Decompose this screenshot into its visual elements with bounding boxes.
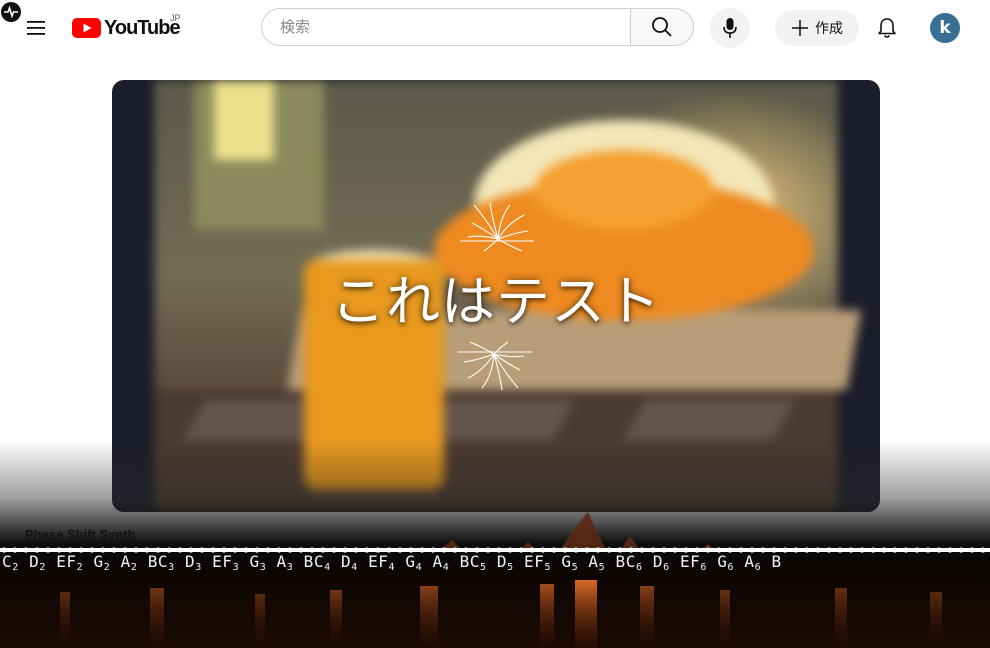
notifications-button[interactable] (867, 8, 907, 48)
note-label: EF2 (56, 552, 84, 573)
search-box (261, 8, 629, 46)
bottom-flourish-icon (458, 340, 532, 390)
note-label: A3 (276, 552, 294, 573)
microphone-icon (723, 18, 737, 38)
youtube-app: YouTube JP 作成 (0, 0, 990, 648)
youtube-logo[interactable]: YouTube (72, 16, 181, 39)
voice-search-button[interactable] (710, 8, 750, 48)
note-labels: C2 D2 EF2 G2 A2 BC3 D3 EF3 G3 A3 BC4 D4 … (2, 552, 990, 576)
note-label: G5 (561, 552, 579, 573)
spectrum-peaks (440, 512, 716, 550)
note-label: BC4 (303, 552, 331, 573)
bell-icon (878, 18, 896, 38)
logo-wordmark: YouTube (104, 16, 181, 39)
note-label: D4 (340, 552, 358, 573)
note-label: G4 (405, 552, 423, 573)
search-icon (652, 17, 672, 37)
note-label: EF5 (524, 552, 552, 573)
note-label: D3 (185, 552, 202, 573)
masthead: YouTube JP 作成 (0, 0, 990, 56)
note-label: A5 (588, 552, 606, 573)
note-label: G6 (717, 552, 735, 573)
menu-icon[interactable] (20, 12, 52, 44)
note-label: C2 (2, 552, 19, 573)
note-label: A2 (120, 552, 138, 573)
country-code: JP (170, 13, 181, 23)
note-label: G2 (93, 552, 111, 573)
plus-icon (792, 20, 808, 36)
create-label: 作成 (815, 21, 843, 37)
note-label: BC6 (615, 552, 643, 573)
audio-visualizer: Phase Shift Synth C2 D2 EF2 G2 A2 BC3 D3… (0, 440, 990, 648)
note-label: EF4 (368, 552, 396, 573)
note-label: A4 (432, 552, 450, 573)
note-label: EF6 (679, 552, 708, 573)
pulse-extension-icon[interactable] (1, 2, 21, 22)
create-button[interactable]: 作成 (775, 10, 859, 46)
note-label: B (771, 552, 782, 571)
note-label: G3 (249, 552, 267, 573)
top-flourish-icon (460, 202, 534, 252)
search-input[interactable] (278, 17, 612, 37)
note-label: BC3 (147, 552, 175, 573)
avatar-letter: k (939, 18, 951, 38)
search-button[interactable] (630, 8, 694, 46)
spectrum-glow (60, 580, 942, 648)
youtube-play-logo-icon (72, 18, 101, 38)
note-label: D5 (496, 552, 514, 573)
note-label: A6 (744, 552, 762, 573)
visualizer-title: Phase Shift Synth (25, 527, 136, 542)
video-title-text: これはテスト (331, 269, 661, 333)
note-label: D2 (29, 552, 46, 573)
note-label: EF3 (212, 552, 240, 573)
note-label: D6 (652, 552, 670, 573)
account-avatar[interactable]: k (930, 13, 960, 43)
note-label: BC5 (459, 552, 487, 573)
